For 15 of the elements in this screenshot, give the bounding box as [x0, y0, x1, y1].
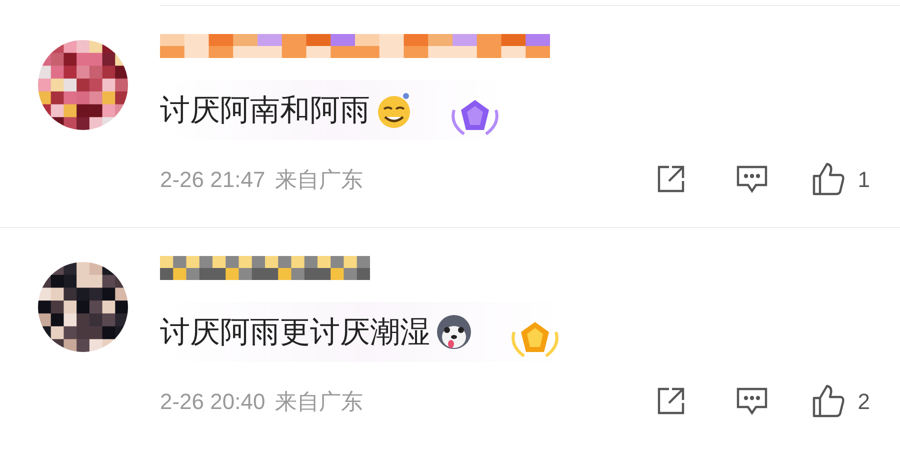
comment-icon[interactable] [736, 386, 768, 416]
thumbs-up-icon[interactable] [812, 384, 846, 418]
share-icon[interactable] [656, 386, 686, 416]
comment-location: 来自广东 [275, 166, 364, 194]
comment-text: 讨厌阿雨更讨厌潮湿 [160, 314, 430, 350]
comment-text: 讨厌阿南和阿雨 [160, 92, 370, 128]
like-count: 1 [858, 166, 870, 194]
comment-time: 2-26 20:40 [160, 388, 266, 416]
thumbs-up-icon[interactable] [812, 162, 846, 196]
dog-emoji-icon [434, 312, 474, 352]
comment-time: 2-26 21:47 [160, 166, 266, 194]
comment-location: 来自广东 [275, 388, 364, 416]
share-icon[interactable] [656, 164, 686, 194]
like-count: 2 [858, 388, 870, 416]
comment-icon[interactable] [736, 164, 768, 194]
